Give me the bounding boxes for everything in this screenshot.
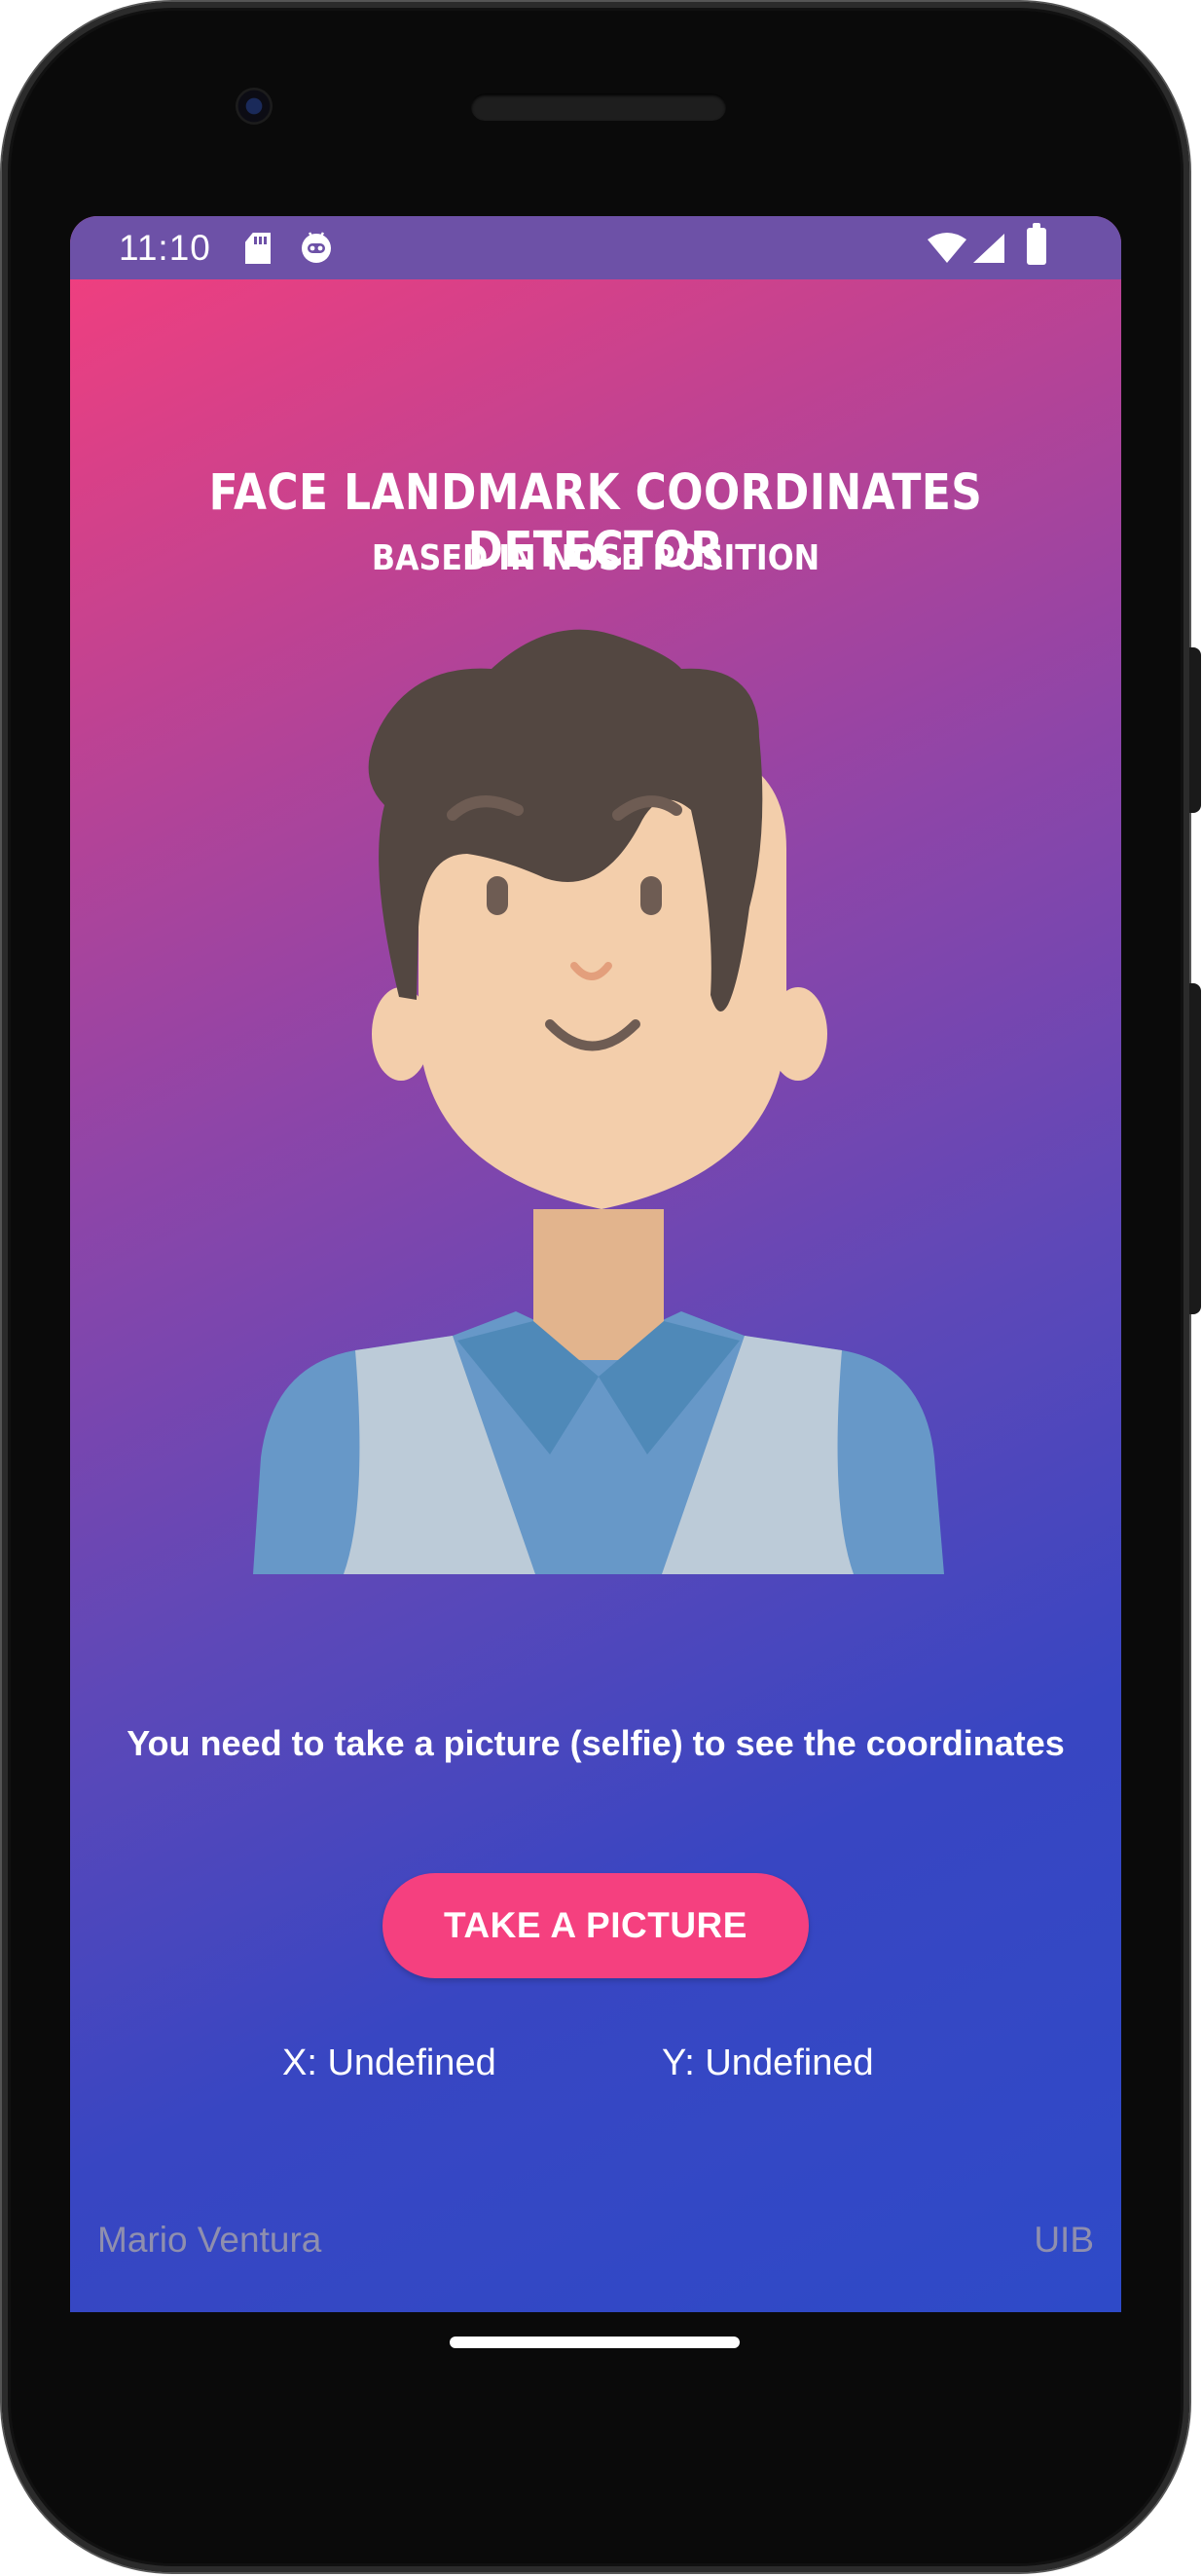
instruction-text: You need to take a picture (selfie) to s… <box>127 1723 1065 1763</box>
avatar-illustration <box>253 629 944 1574</box>
front-camera <box>236 88 273 125</box>
robot-icon <box>302 232 331 263</box>
home-indicator[interactable] <box>450 2337 740 2348</box>
app-subtitle: BASED IN NOSE POSITION <box>371 538 820 578</box>
sd-card-icon <box>245 233 271 264</box>
earpiece-speaker <box>471 93 726 121</box>
status-time: 11:10 <box>119 228 211 268</box>
author-label: Mario Ventura <box>97 2220 322 2260</box>
battery-icon <box>1027 223 1046 265</box>
avatar-eye-left <box>487 876 508 915</box>
institution-label: UIB <box>1034 2220 1094 2260</box>
volume-button <box>1189 983 1201 1314</box>
signal-icon <box>973 234 1004 263</box>
take-picture-button[interactable]: TAKE A PICTURE <box>382 1873 809 1978</box>
x-coordinate-label: X: Undefined <box>282 2042 496 2083</box>
power-button <box>1189 647 1201 813</box>
avatar-eye-right <box>640 876 662 915</box>
app-screen: 11:10 FACE LANDMARK COORDINATES DETECTOR… <box>70 216 1121 2312</box>
status-bar: 11:10 <box>70 216 1121 279</box>
avatar-neck <box>533 1209 664 1360</box>
wifi-icon <box>928 233 966 263</box>
phone-frame: 11:10 FACE LANDMARK COORDINATES DETECTOR… <box>2 2 1189 2572</box>
y-coordinate-label: Y: Undefined <box>662 2042 874 2083</box>
